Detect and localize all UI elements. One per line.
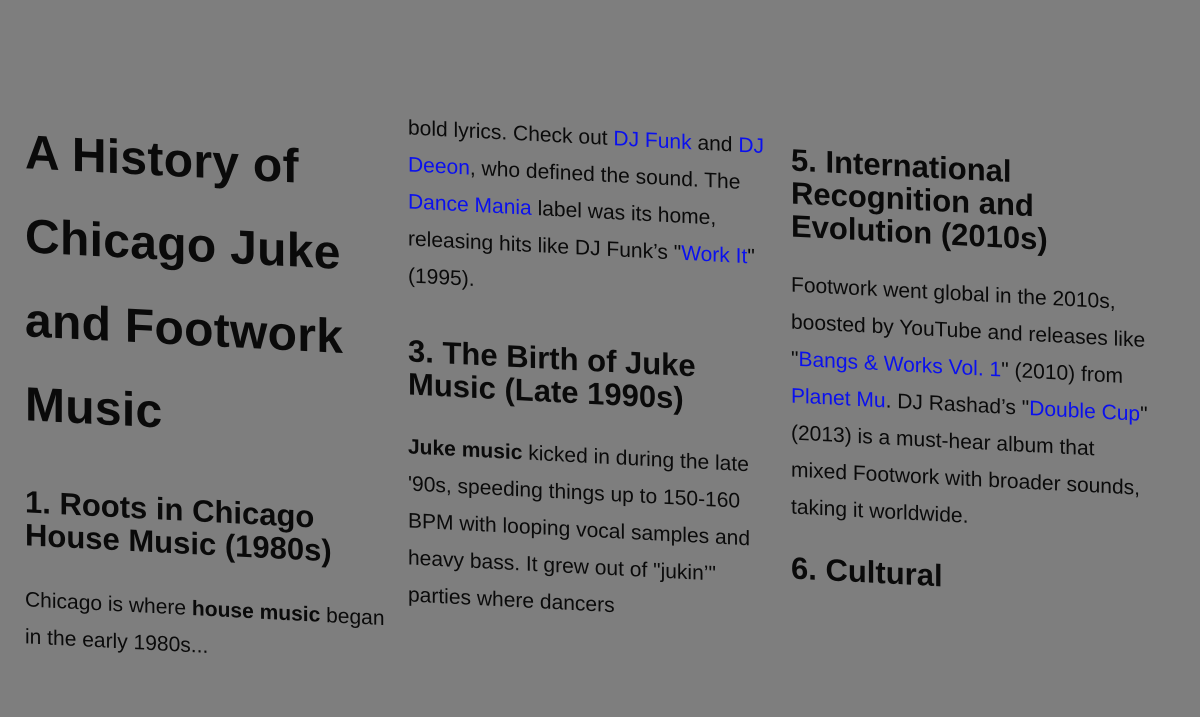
paragraph-text: Chicago is where (25, 588, 192, 621)
paragraph-text: " (2010) from (1001, 358, 1124, 388)
column-2: bold lyrics. Check out DJ Funk and DJ De… (408, 109, 773, 632)
link-double-cup[interactable]: Double Cup (1029, 397, 1140, 426)
section-5-heading: 5. International Recognition and Evoluti… (791, 142, 1048, 257)
column-1: A History of Chicago Juke and Footwork M… (25, 111, 390, 674)
section-3-paragraph: Juke music kicked in during the late '90… (408, 428, 773, 632)
page-title: A History of Chicago Juke and Footwork M… (25, 126, 344, 439)
link-planet-mu[interactable]: Planet Mu (791, 384, 886, 412)
section-1-heading: 1. Roots in Chicago House Music (1980s) (25, 484, 332, 569)
bold-term-house-music: house music (191, 597, 321, 627)
paragraph-text: . DJ Rashad’s " (885, 389, 1030, 420)
paragraph-text: and (691, 131, 739, 157)
link-work-it[interactable]: Work It (681, 242, 747, 268)
article-page: A History of Chicago Juke and Footwork M… (0, 0, 1200, 693)
link-dj-funk[interactable]: DJ Funk (613, 127, 691, 154)
section-5-paragraph: Footwork went global in the 2010s, boost… (791, 266, 1156, 544)
section-3-heading: 3. The Birth of Juke Music (Late 1990s) (408, 333, 696, 416)
link-bangs-works[interactable]: Bangs & Works Vol. 1 (798, 348, 1001, 382)
section-2-paragraph-continued: bold lyrics. Check out DJ Funk and DJ De… (408, 109, 773, 313)
bold-term-juke-music: Juke music (408, 435, 523, 465)
column-3: 5. International Recognition and Evoluti… (791, 142, 1156, 603)
paragraph-text: , who defined the sound. The (469, 156, 741, 194)
section-6-heading: 6. Cultural (791, 550, 943, 594)
section-1-paragraph: Chicago is where house music began in th… (25, 581, 390, 674)
paragraph-text: kicked in during the late '90s, speeding… (408, 441, 751, 618)
link-dance-mania[interactable]: Dance Mania (408, 190, 532, 219)
paragraph-text: bold lyrics. Check out (408, 116, 614, 151)
